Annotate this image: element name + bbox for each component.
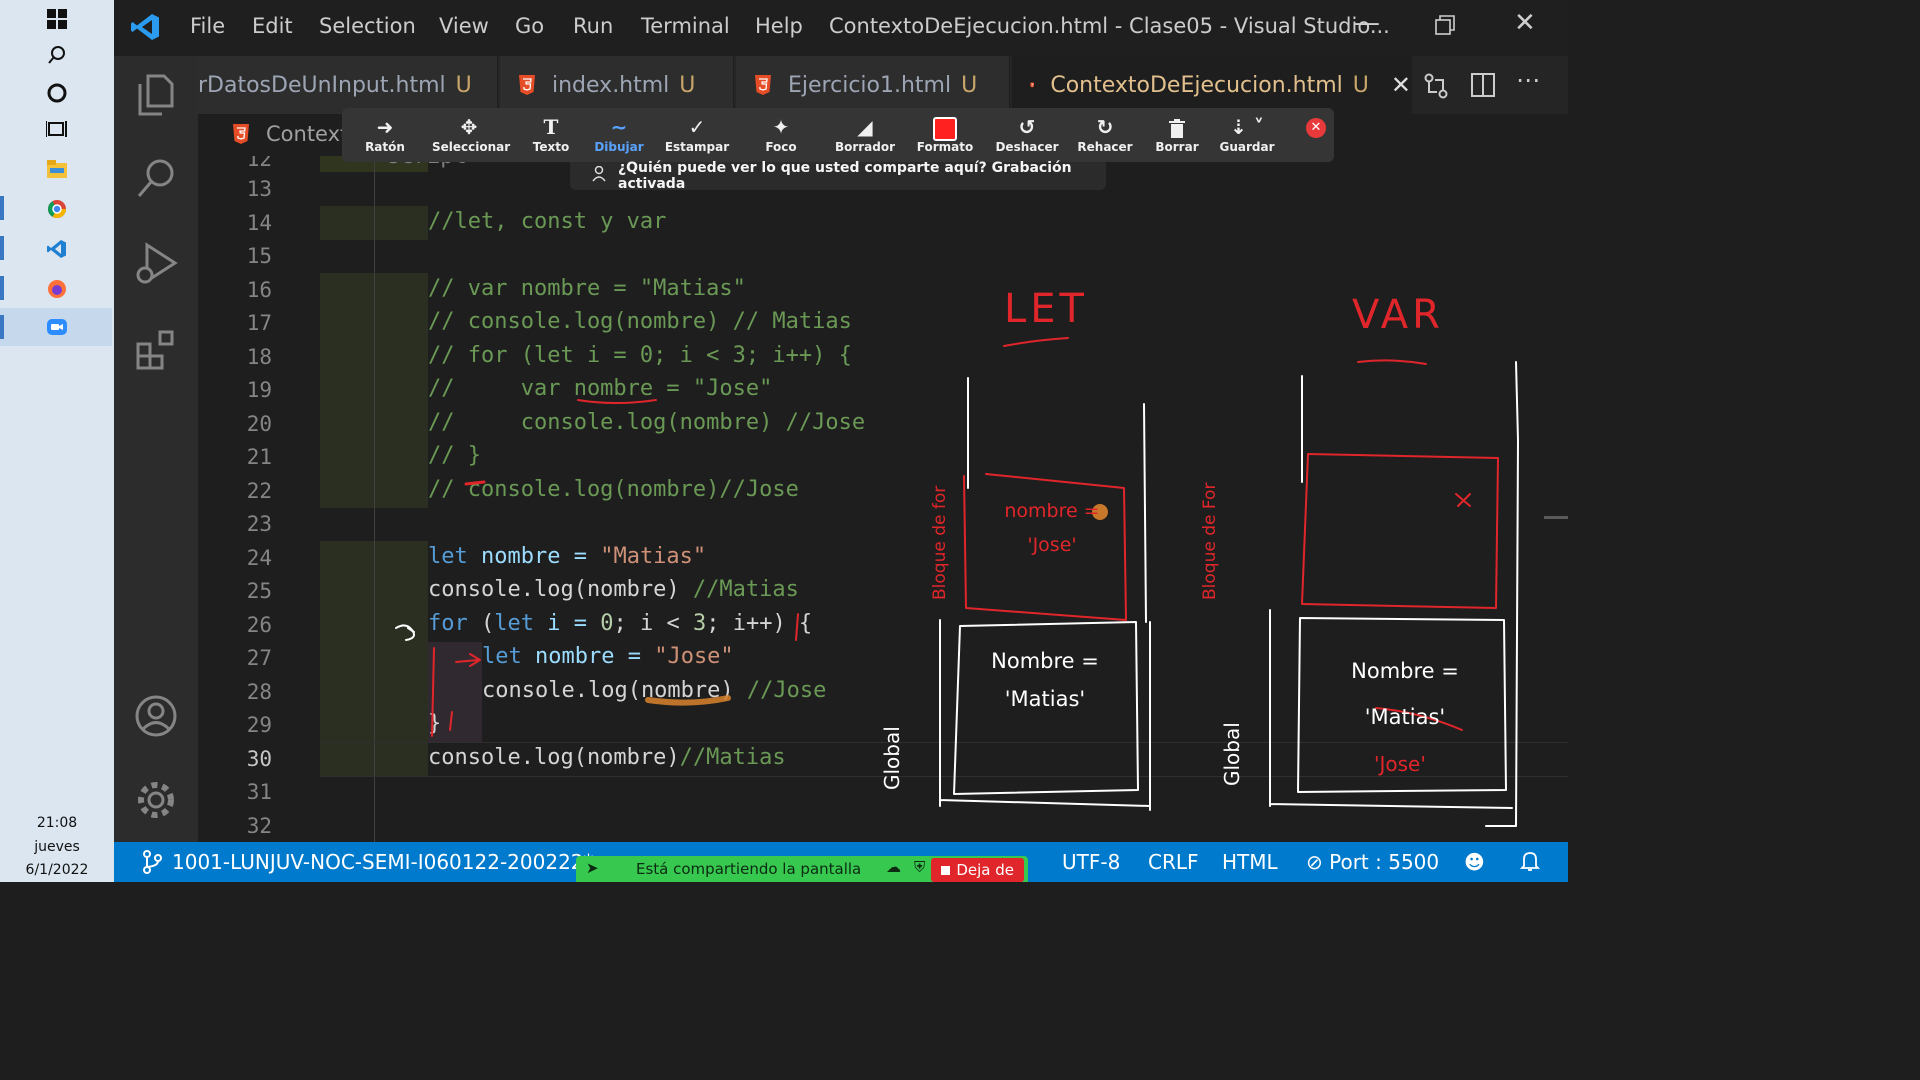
let-global-label: Global bbox=[880, 726, 904, 790]
tool-spotlight[interactable]: ✦ Foco bbox=[744, 114, 818, 154]
tool-save[interactable]: ⇣ ˅ Guardar bbox=[1210, 114, 1284, 154]
encoding[interactable]: UTF-8 bbox=[1062, 850, 1120, 874]
ink-x-mark bbox=[1455, 493, 1471, 507]
screen-share-banner: ➤ Está compartiendo la pantalla ☁ ⛨ Deja… bbox=[576, 856, 1028, 882]
let-title: LET bbox=[1004, 286, 1088, 332]
tool-label: Texto bbox=[532, 140, 570, 154]
var-title: VAR bbox=[1352, 292, 1444, 338]
var-title-underline bbox=[1357, 359, 1427, 365]
tool-label: Guardar bbox=[1219, 140, 1275, 154]
tool-label: Foco bbox=[765, 140, 797, 154]
tool-mouse[interactable]: ➜ Ratón bbox=[348, 114, 422, 154]
tool-label: Borrador bbox=[834, 140, 896, 154]
tool-select[interactable]: ✥ Seleccionar bbox=[432, 114, 510, 154]
var-global-label: Global bbox=[1220, 722, 1244, 786]
redo-icon: ↻ bbox=[1096, 115, 1114, 139]
end-of-line[interactable]: CRLF bbox=[1148, 850, 1199, 874]
stop-share-button[interactable]: Deja de bbox=[931, 858, 1024, 882]
ink-mark bbox=[464, 480, 486, 486]
save-download-icon: ⇣ ˅ bbox=[1230, 115, 1264, 139]
annotation-toolbar: ➜ Ratón ✥ Seleccionar T Texto ∼ Dibujar ✓ Est… bbox=[342, 108, 1334, 162]
var-block-label: Bloque de For bbox=[1200, 482, 1220, 600]
recording-notice: ¿Quién puede ver lo que usted comparte a… bbox=[570, 160, 1106, 192]
tool-text[interactable]: T Texto bbox=[514, 114, 588, 154]
var-overwrite-text: 'Jose' bbox=[1374, 752, 1426, 776]
let-block-label: Bloque de for bbox=[930, 485, 950, 600]
port-label: Port : 5500 bbox=[1329, 850, 1440, 874]
share-banner-text: Está compartiendo la pantalla bbox=[636, 860, 862, 878]
var-stack-walls bbox=[1301, 361, 1519, 483]
people-icon bbox=[592, 165, 610, 186]
ink-arrow bbox=[395, 624, 415, 641]
tool-clear[interactable]: Borrar bbox=[1140, 114, 1214, 154]
magic-wand-icon: ✦ bbox=[772, 115, 790, 139]
tool-label: Ratón bbox=[365, 140, 405, 154]
no-entry-icon: ⊘ bbox=[1306, 850, 1323, 874]
shield-icon: ⛨ bbox=[914, 858, 926, 876]
tool-undo[interactable]: ↺ Deshacer bbox=[990, 114, 1064, 154]
let-title-underline bbox=[1003, 337, 1069, 347]
tool-format[interactable]: Formato bbox=[908, 114, 982, 154]
share-arrow-icon: ➤ bbox=[586, 859, 599, 877]
tool-redo[interactable]: ↻ Rehacer bbox=[1068, 114, 1142, 154]
ink-mark bbox=[795, 613, 799, 641]
git-branch-icon[interactable] bbox=[142, 850, 162, 879]
tool-label: Deshacer bbox=[995, 140, 1059, 154]
ink-underline bbox=[577, 399, 657, 404]
let-block-text: nombre = 'Jose' bbox=[1004, 500, 1100, 556]
tool-label: Estampar bbox=[664, 140, 730, 154]
cloud-icon: ☁ bbox=[886, 858, 901, 876]
ink-arrow bbox=[455, 653, 481, 667]
checkmark-icon: ✓ bbox=[688, 115, 706, 139]
draw-squiggle-icon: ∼ bbox=[610, 115, 628, 139]
ink-block-bracket bbox=[431, 647, 453, 737]
tool-eraser[interactable]: ◢ Borrador bbox=[828, 114, 902, 154]
tool-label: Dibujar bbox=[594, 140, 644, 154]
tool-label: Formato bbox=[916, 140, 974, 154]
move-icon: ✥ bbox=[460, 115, 478, 139]
eraser-icon: ◢ bbox=[857, 115, 873, 139]
tool-label: Rehacer bbox=[1077, 140, 1133, 154]
notifications-bell-icon[interactable] bbox=[1519, 850, 1541, 877]
ink-underline bbox=[645, 695, 731, 706]
let-global-text: Nombre = 'Matias' bbox=[991, 649, 1099, 711]
var-block-frame bbox=[1301, 453, 1499, 609]
feedback-icon[interactable]: ☻ bbox=[1464, 850, 1485, 874]
tool-draw[interactable]: ∼ Dibujar bbox=[582, 114, 656, 154]
color-swatch-icon bbox=[908, 114, 982, 141]
trash-icon bbox=[1140, 114, 1214, 140]
text-icon: T bbox=[543, 115, 559, 139]
tool-label: Borrar bbox=[1155, 140, 1199, 154]
live-server-port[interactable]: ⊘ Port : 5500 bbox=[1306, 850, 1439, 874]
undo-icon: ↺ bbox=[1018, 115, 1036, 139]
recording-notice-text: ¿Quién puede ver lo que usted comparte a… bbox=[618, 160, 1072, 192]
var-global-text: Nombre = 'Matias' bbox=[1351, 659, 1459, 729]
close-toolbar-icon[interactable]: ✕ bbox=[1306, 118, 1326, 138]
stop-share-label: Deja de bbox=[956, 861, 1014, 879]
language-mode[interactable]: HTML bbox=[1222, 850, 1278, 874]
cursor-icon: ➜ bbox=[376, 115, 394, 139]
tool-label: Seleccionar bbox=[432, 140, 511, 154]
git-branch-name[interactable]: 1001-LUNJUV-NOC-SEMI-I060122-200222* bbox=[172, 850, 594, 874]
tool-stamp[interactable]: ✓ Estampar bbox=[660, 114, 734, 154]
